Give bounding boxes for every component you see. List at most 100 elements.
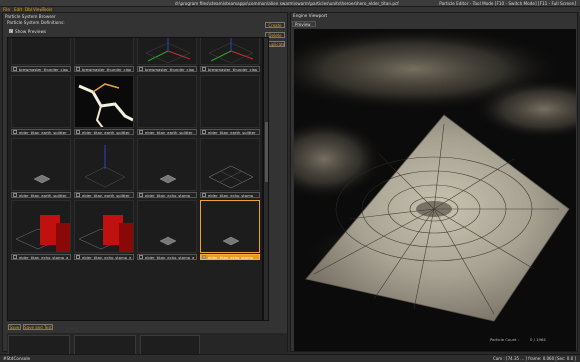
particle-system-name: brewmaster_thunder_clap: [82, 66, 132, 72]
tab-preview[interactable]: Preview: [292, 21, 316, 27]
tile-checkbox[interactable]: [76, 67, 80, 71]
particle-system-name: elder_titan_echo_stomp_a: [82, 254, 132, 260]
tile-checkbox[interactable]: [202, 130, 206, 134]
impact-center: [416, 201, 452, 217]
tile-checkbox[interactable]: [76, 130, 80, 134]
particle-tile-label-bar: elder_titan_echo_stomp: [137, 192, 197, 198]
window-path: d:\program files\steam\steamapps\common\…: [175, 1, 399, 6]
preview-grid: brewmaster_thunder_clap brewmaster_thunde…: [7, 37, 263, 321]
particle-preview-thumbnail: [74, 200, 134, 253]
particle-tile-label-bar: elder_titan_echo_stomp_a: [74, 254, 134, 260]
particle-preview-thumbnail: [11, 200, 71, 253]
mode-indicator: Particle Editor - Tool Mode [F10 - Switc…: [439, 1, 576, 6]
dust-cloud: [294, 119, 384, 199]
particle-tile[interactable]: elder_titan_echo_stomp_a: [74, 200, 134, 260]
particle-tile[interactable]: brewmaster_thunder_clap: [11, 38, 71, 72]
browser-title: Particle System Browser: [5, 14, 56, 19]
show-previews-label: Show Previews: [15, 28, 47, 34]
particle-tile-label-bar: brewmaster_thunder_clap: [74, 66, 134, 72]
particle-tile[interactable]: elder_titan_earth_splitter: [200, 75, 260, 135]
tile-checkbox[interactable]: [139, 255, 143, 259]
save-button[interactable]: Save: [8, 324, 21, 330]
tile-checkbox[interactable]: [76, 255, 80, 259]
scrollbar-thumb[interactable]: [265, 122, 268, 182]
particle-tile-label-bar: elder_titan_echo_stomp_a: [11, 254, 71, 260]
particle-tile-label-bar: elder_titan_earth_splitter: [74, 129, 134, 135]
particle-system-name: brewmaster_thunder_clap: [145, 66, 195, 72]
tile-checkbox[interactable]: [139, 193, 143, 197]
particle-tile[interactable]: brewmaster_thunder_clap: [137, 38, 197, 72]
viewport-title: Engine Viewport: [293, 13, 328, 18]
particle-preview-thumbnail: [74, 38, 134, 65]
create-button[interactable]: Create: [265, 22, 285, 28]
title-bar: d:\program files\steam\steamapps\common\…: [0, 0, 580, 7]
particle-preview-thumbnail: [11, 75, 71, 128]
definitions-label: Particle System Definitions:: [7, 20, 65, 25]
particle-system-name: elder_titan_earth_splitter: [82, 192, 130, 198]
camera-readout: Cam : [74.35 ... ] frame: 0.060 [Sec: 0.…: [492, 356, 576, 361]
tile-checkbox[interactable]: [13, 130, 17, 134]
particle-system-name: elder_titan_echo_stomp: [208, 254, 254, 260]
particle-preview-thumbnail: [200, 38, 260, 65]
particle-tile[interactable]: elder_titan_echo_stomp: [200, 138, 260, 198]
particle-system-name: brewmaster_thunder_clap: [208, 66, 258, 72]
particle-preview-thumbnail: [137, 38, 197, 65]
grid-scrollbar[interactable]: [263, 37, 269, 321]
tile-checkbox[interactable]: [139, 130, 143, 134]
particle-system-name: elder_titan_earth_splitter: [208, 129, 256, 135]
particle-system-name: brewmaster_thunder_clap: [19, 66, 69, 72]
particle-system-name: elder_titan_echo_stomp_a: [145, 254, 195, 260]
particle-tile-label-bar: brewmaster_thunder_clap: [200, 66, 260, 72]
particle-tile-label-bar: elder_titan_earth_splitter: [200, 129, 260, 135]
particle-tile[interactable]: elder_titan_echo_stomp: [137, 138, 197, 198]
particle-system-name: elder_titan_earth_splitter: [82, 129, 130, 135]
tile-checkbox[interactable]: [13, 67, 17, 71]
engine-viewport-panel: Engine Viewport Preview Particle Count:…: [290, 12, 578, 352]
show-previews-checkbox[interactable]: ✓: [9, 29, 13, 33]
particle-preview-thumbnail: [74, 75, 134, 128]
tile-checkbox[interactable]: [13, 193, 17, 197]
particle-preview-thumbnail: [200, 200, 260, 253]
particle-tile-label-bar: elder_titan_earth_splitter: [74, 192, 134, 198]
particle-tile[interactable]: elder_titan_earth_splitter: [11, 138, 71, 198]
particle-system-name: elder_titan_echo_stomp_a: [19, 254, 69, 260]
particle-count-value: 0 / 1964: [530, 337, 546, 342]
particle-system-name: elder_titan_echo_stomp: [208, 192, 254, 198]
particle-preview-thumbnail: [200, 138, 260, 191]
particle-tile[interactable]: elder_titan_earth_splitter: [11, 75, 71, 135]
particle-tile[interactable]: brewmaster_thunder_clap: [74, 38, 134, 72]
particle-tile[interactable]: elder_titan_earth_splitter: [74, 75, 134, 135]
particle-tile-label-bar: elder_titan_earth_splitter: [11, 192, 71, 198]
particle-system-browser: Particle System Browser Particle System …: [2, 12, 288, 362]
particle-tile[interactable]: brewmaster_thunder_clap: [200, 38, 260, 72]
tile-checkbox[interactable]: [202, 67, 206, 71]
particle-tile-label-bar: brewmaster_thunder_clap: [11, 66, 71, 72]
console-label: #StdConsole: [3, 356, 31, 361]
particle-preview-thumbnail: [137, 138, 197, 191]
tile-checkbox[interactable]: [202, 255, 206, 259]
particle-preview-thumbnail: [137, 200, 197, 253]
save-and-test-button[interactable]: Save and Test: [23, 324, 53, 330]
particle-tile[interactable]: elder_titan_echo_stomp_a: [11, 200, 71, 260]
preview-viewport[interactable]: Particle Count : 0 / 1964: [294, 29, 576, 351]
particle-tile[interactable]: elder_titan_echo_stomp: [200, 200, 260, 260]
tile-checkbox[interactable]: [139, 67, 143, 71]
particle-count-label: Particle Count :: [490, 337, 519, 342]
particle-tile-label-bar: brewmaster_thunder_clap: [137, 66, 197, 72]
particle-system-name: elder_titan_earth_splitter: [19, 129, 67, 135]
particle-system-name: elder_titan_echo_stomp: [145, 192, 191, 198]
particle-tile-label-bar: elder_titan_echo_stomp: [200, 192, 260, 198]
particle-system-name: elder_titan_earth_splitter: [19, 192, 67, 198]
tile-checkbox[interactable]: [202, 193, 206, 197]
particle-preview-thumbnail: [200, 75, 260, 128]
particle-system-name: elder_titan_earth_splitter: [145, 129, 193, 135]
particle-tile[interactable]: elder_titan_echo_stomp_a: [137, 200, 197, 260]
tile-checkbox[interactable]: [76, 193, 80, 197]
particle-tile[interactable]: elder_titan_earth_splitter: [137, 75, 197, 135]
tile-checkbox[interactable]: [13, 255, 17, 259]
particle-tile-label-bar: elder_titan_earth_splitter: [11, 129, 71, 135]
particle-preview-thumbnail: [137, 75, 197, 128]
particle-preview-thumbnail: [11, 38, 71, 65]
particle-tile[interactable]: elder_titan_earth_splitter: [74, 138, 134, 198]
show-previews-row[interactable]: ✓ Show Previews: [9, 28, 46, 34]
